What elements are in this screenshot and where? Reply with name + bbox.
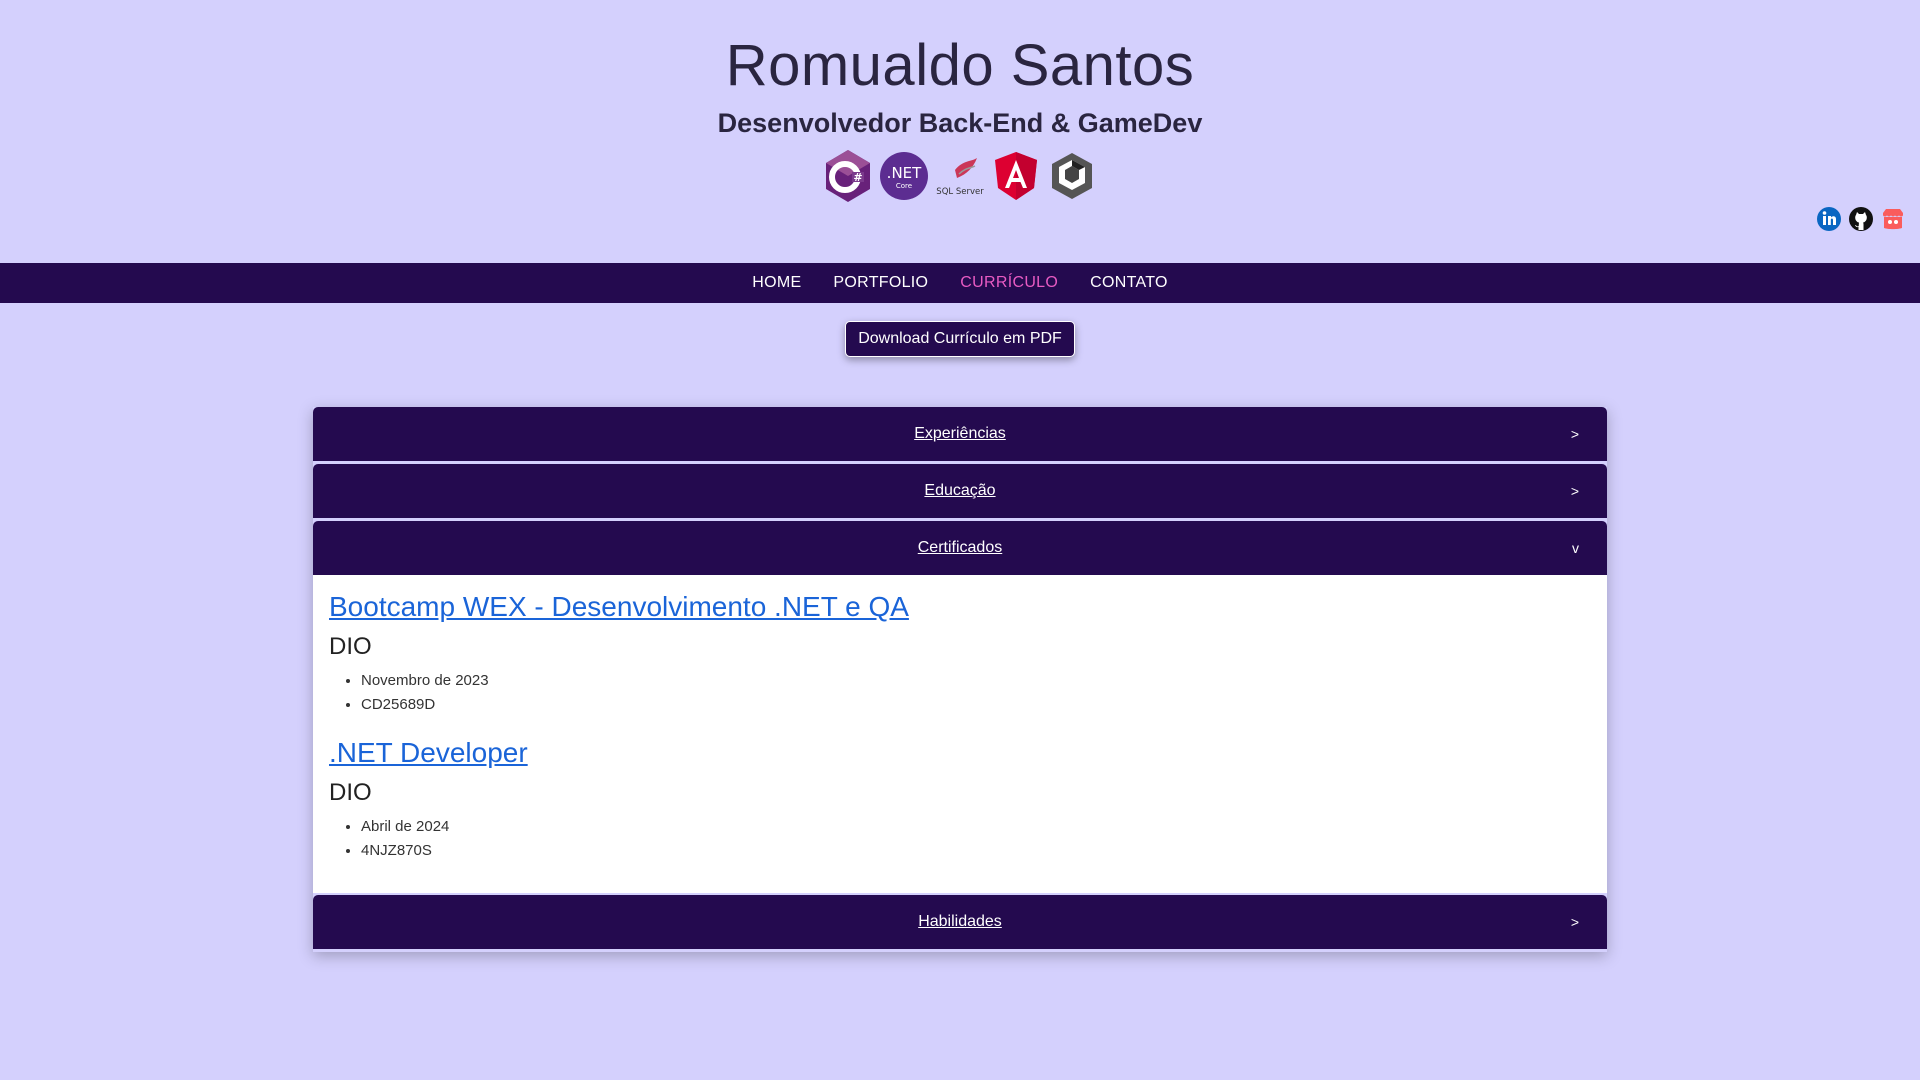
accordion-certificados[interactable]: Certificados v (313, 521, 1607, 575)
accordion-habilidades[interactable]: Habilidades > (313, 895, 1607, 949)
svg-text:SQL Server: SQL Server (936, 187, 984, 197)
certificate-details: Novembro de 2023 CD25689D (329, 669, 1591, 717)
nav-contato[interactable]: CONTATO (1090, 274, 1168, 292)
accordion-experiencias[interactable]: Experiências > (313, 407, 1607, 461)
angular-icon (991, 148, 1041, 204)
resume-accordion: Experiências > Educação > Certificados v… (313, 407, 1607, 952)
chevron-right-icon: > (1570, 483, 1579, 499)
certificate-issuer: DIO (329, 779, 372, 806)
svg-text:Core: Core (896, 182, 912, 190)
social-links (1816, 206, 1906, 232)
certificate-details: Abril de 2024 4NJZ870S (329, 815, 1591, 863)
nav-home[interactable]: HOME (752, 274, 801, 292)
nav-curriculo[interactable]: CURRÍCULO (960, 274, 1058, 292)
chevron-down-icon: v (1572, 540, 1579, 556)
accordion-title: Habilidades (918, 913, 1002, 930)
linkedin-icon[interactable] (1816, 206, 1842, 232)
certificados-panel: Bootcamp WEX - Desenvolvimento .NET e QA… (313, 575, 1607, 893)
main-nav: HOME PORTFOLIO CURRÍCULO CONTATO (0, 263, 1920, 303)
accordion-educacao[interactable]: Educação > (313, 464, 1607, 518)
dotnet-core-icon: .NET Core (879, 148, 929, 204)
certificate-date: Novembro de 2023 (361, 669, 1591, 693)
certificate-date: Abril de 2024 (361, 815, 1591, 839)
unity-icon (1047, 148, 1097, 204)
itchio-icon[interactable] (1880, 206, 1906, 232)
accordion-title: Educação (924, 482, 996, 499)
download-area: Download Currículo em PDF (0, 321, 1920, 357)
certificate-code: CD25689D (361, 693, 1591, 717)
accordion-title: Certificados (917, 539, 1003, 556)
nav-portfolio[interactable]: PORTFOLIO (833, 274, 928, 292)
site-subtitle: Desenvolvedor Back-End & GameDev (717, 108, 1203, 138)
certificate-code: 4NJZ870S (361, 839, 1591, 863)
accordion-title: Experiências (914, 425, 1006, 442)
site-owner-name: Romualdo Santos (725, 33, 1195, 98)
sql-server-icon: SQL Server (935, 148, 985, 204)
certificate-link[interactable]: .NET Developer (329, 737, 1591, 769)
certificate-link[interactable]: Bootcamp WEX - Desenvolvimento .NET e QA (329, 591, 1591, 623)
tech-stack: # .NET Core SQL Server (0, 148, 1920, 204)
github-icon[interactable] (1848, 206, 1874, 232)
svg-text:.NET: .NET (887, 164, 922, 182)
svg-text:#: # (853, 171, 862, 184)
chevron-right-icon: > (1570, 914, 1579, 930)
download-cv-button[interactable]: Download Currículo em PDF (845, 321, 1075, 357)
certificate-issuer: DIO (329, 633, 372, 660)
csharp-icon: # (823, 148, 873, 204)
chevron-right-icon: > (1570, 426, 1579, 442)
site-header: Romualdo Santos Desenvolvedor Back-End &… (0, 0, 1920, 262)
